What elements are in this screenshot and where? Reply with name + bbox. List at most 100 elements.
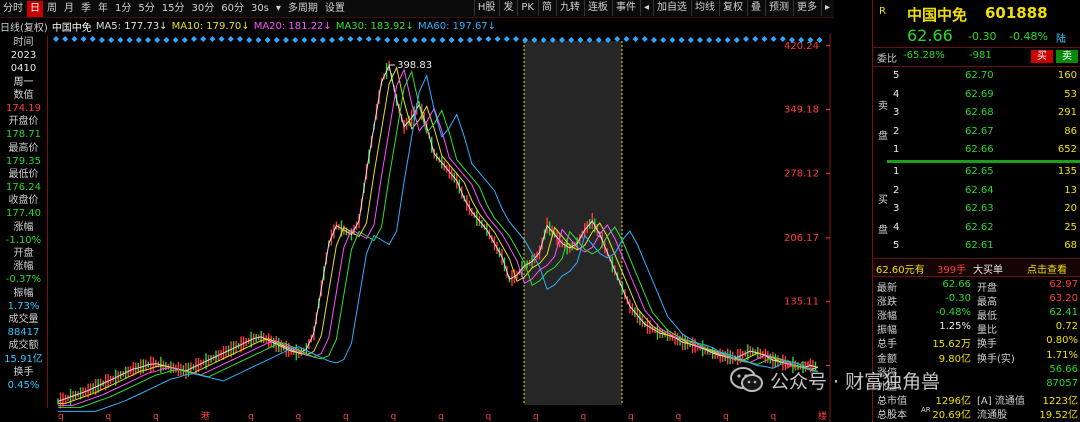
kline-chart[interactable]: 420.24349.18278.12206.17135.1164.05398.8… xyxy=(50,33,834,422)
tool-button[interactable]: 复权 xyxy=(718,0,746,16)
tool-button[interactable]: 均线 xyxy=(690,0,718,16)
period-button[interactable]: 1分 xyxy=(112,1,134,17)
info-row: 周一 xyxy=(13,76,34,88)
level-price: 62.70 xyxy=(965,70,994,81)
period-button[interactable]: 30s xyxy=(248,1,272,17)
tool-button[interactable]: 发 xyxy=(499,0,516,16)
level-number: 3 xyxy=(893,203,900,214)
event-diamond-icon xyxy=(421,37,427,43)
ask-level-row[interactable]: 5 62.70 160 xyxy=(873,69,1080,85)
big-order-qty: 399手 xyxy=(937,265,967,276)
big-order-row[interactable]: 62.60元有 399手 大买单 点击查看 xyxy=(873,260,1080,276)
sell-button[interactable]: 卖 xyxy=(1056,50,1078,63)
period-button[interactable]: 月 xyxy=(61,1,77,17)
level-volume: 53 xyxy=(1064,88,1077,100)
buy-side-char: 盘 xyxy=(878,225,888,236)
stat-value: 19.52亿 xyxy=(1039,409,1078,421)
level-volume: 160 xyxy=(1057,70,1077,81)
event-diamond-icon xyxy=(99,37,105,43)
stat-value: 1.25% xyxy=(939,321,971,333)
big-order-view-link[interactable]: 点击查看 xyxy=(1027,261,1067,276)
tool-button[interactable]: 更多 xyxy=(792,0,820,16)
period-button[interactable]: 30分 xyxy=(188,1,217,17)
period-button[interactable]: 年 xyxy=(95,1,111,17)
event-diamond-icon xyxy=(669,37,676,43)
event-diamond-icon xyxy=(310,37,317,43)
toolbar-right-group: H股发 PK 简九转 连板 事件 ◂ 加自选 均线 复权叠预测 更多 ▸ xyxy=(473,0,834,16)
ask-level-row[interactable]: 1 62.66 652 xyxy=(873,143,1080,159)
tool-button[interactable]: ◂ xyxy=(639,0,652,16)
level-volume: 25 xyxy=(1064,221,1077,233)
tool-button[interactable]: 简 xyxy=(537,0,555,16)
bid-level-row[interactable]: 4 62.62 25 xyxy=(873,221,1080,237)
kline-chart-svg[interactable]: 420.24349.18278.12206.17135.1164.05398.8… xyxy=(50,33,834,422)
quote-stock-code: 601888 xyxy=(985,4,1048,22)
tool-button[interactable]: 九转 xyxy=(555,0,583,16)
event-diamond-icon xyxy=(411,37,418,43)
period-button[interactable]: ▾ xyxy=(273,1,284,17)
stat-label: 换手 xyxy=(977,339,997,351)
event-diamond-icon xyxy=(365,36,372,42)
event-diamond-icon xyxy=(246,37,253,43)
event-diamond-icon xyxy=(264,37,271,43)
ask-level-row[interactable]: 2 62.67 86 xyxy=(873,125,1080,141)
event-diamond-icon xyxy=(283,37,289,43)
ask-level-row[interactable]: 4 62.69 53 xyxy=(873,88,1080,104)
period-button[interactable]: 60分 xyxy=(218,1,247,17)
tool-button[interactable]: 事件 xyxy=(611,0,639,16)
info-row: 开盘 xyxy=(13,248,34,259)
period-button[interactable]: 分时 xyxy=(0,1,26,17)
ask-level-row[interactable]: 3 62.68 291 xyxy=(873,106,1080,122)
quote-change: -0.30 xyxy=(968,30,997,43)
event-diamond-icon xyxy=(476,36,483,42)
level-volume: 135 xyxy=(1057,166,1077,177)
period-button[interactable]: 季 xyxy=(78,1,94,17)
stat-label: 振幅 xyxy=(877,325,897,337)
bid-level-row[interactable]: 1 62.65 135 xyxy=(873,165,1080,181)
highlight-range xyxy=(524,41,622,405)
tool-button[interactable]: 叠 xyxy=(746,0,764,16)
info-row: 179.35 xyxy=(6,155,41,167)
ask-bid-divider xyxy=(887,160,1080,163)
info-row: 2023 xyxy=(10,50,37,62)
bid-level-row[interactable]: 5 62.61 68 xyxy=(873,239,1080,255)
level-price: 62.67 xyxy=(965,125,994,137)
level-price: 62.68 xyxy=(965,107,994,118)
stats-row: 涨幅 -0.48% 最低 62.41 xyxy=(873,307,1080,322)
stats-row: 总股本 20.69亿 流通股 19.52亿 AR xyxy=(873,406,1080,421)
event-diamond-icon xyxy=(393,37,400,43)
event-diamond-icon xyxy=(347,36,354,42)
level-price: 62.66 xyxy=(965,144,994,155)
tool-button[interactable]: 连板 xyxy=(583,0,611,16)
event-diamond-icon xyxy=(227,36,234,42)
big-order-type: 大买单 xyxy=(973,265,1003,276)
tool-button[interactable]: ▸ xyxy=(820,0,833,16)
tool-button[interactable]: PK xyxy=(517,0,537,16)
bottom-event-mark: q xyxy=(723,412,729,422)
bid-level-row[interactable]: 2 62.64 13 xyxy=(873,184,1080,200)
period-button[interactable]: 设置 xyxy=(322,1,348,17)
event-diamond-icon xyxy=(743,36,749,42)
buy-button[interactable]: 买 xyxy=(1031,50,1053,63)
level-number: 5 xyxy=(893,240,900,251)
period-button[interactable]: 5分 xyxy=(135,1,157,17)
tool-button[interactable]: 预测 xyxy=(764,0,792,16)
period-button[interactable]: 日 xyxy=(27,0,43,17)
tool-button[interactable]: H股 xyxy=(473,0,499,16)
level-number: 1 xyxy=(893,166,900,177)
event-diamond-icon xyxy=(172,37,179,43)
bottom-event-mark: q xyxy=(438,412,444,422)
bottom-event-mark: 港 xyxy=(201,410,210,422)
info-row: 1.73% xyxy=(7,300,40,312)
watermark-text: 公众号 · 财富独角兽 xyxy=(770,370,941,393)
info-row: 176.24 xyxy=(6,182,41,194)
bid-level-row[interactable]: 3 62.63 20 xyxy=(873,202,1080,218)
event-diamond-icon xyxy=(733,37,740,43)
period-button[interactable]: 周 xyxy=(44,1,60,17)
level-number: 1 xyxy=(893,144,900,155)
quote-price: 62.66 xyxy=(907,26,953,45)
tool-button[interactable]: 加自选 xyxy=(652,0,690,16)
period-button[interactable]: 15分 xyxy=(159,1,188,17)
stat-value: 1223亿 xyxy=(1042,395,1078,407)
period-button[interactable]: 多周期 xyxy=(285,1,321,17)
